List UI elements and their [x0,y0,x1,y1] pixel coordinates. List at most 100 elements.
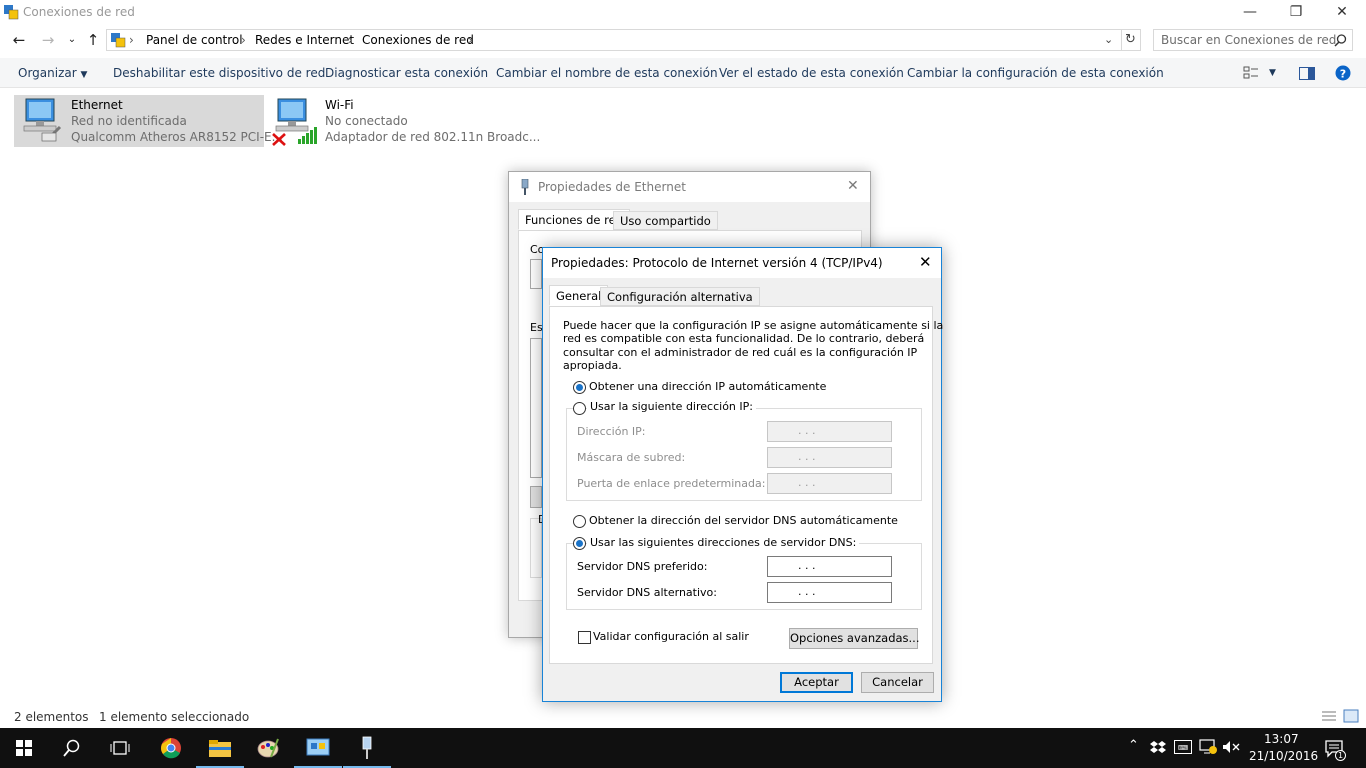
breadcrumb-networks[interactable]: Redes e Internet [255,33,354,47]
file-explorer-icon[interactable] [196,728,244,768]
view-status-button[interactable]: Ver el estado de esta conexión [719,66,904,80]
volume-muted-icon[interactable] [1222,740,1240,754]
view-options-icon[interactable] [1243,66,1259,80]
notification-count-badge: 1 [1335,750,1346,761]
change-settings-button[interactable]: Cambiar la configuración de esta conexió… [907,66,1164,80]
advanced-options-button[interactable]: Opciones avanzadas... [789,628,920,649]
address-dropdown-chevron-icon[interactable]: ⌄ [1104,33,1113,46]
restore-button[interactable]: ❐ [1273,0,1319,25]
validate-label: Validar configuración al salir [593,630,749,643]
cancel-button[interactable]: Cancelar [861,672,934,693]
ethernet-plug-icon [521,179,529,195]
preferred-dns-label: Servidor DNS preferido: [577,560,708,573]
dropbox-icon[interactable] [1150,740,1166,754]
search-icon[interactable] [1334,34,1347,47]
adapter-wifi[interactable]: Wi-Fi No conectado Adaptador de red 802.… [268,95,540,147]
start-windows-icon[interactable] [0,728,48,768]
divider [1121,30,1122,50]
address-bar[interactable]: › Panel de control › Redes e Internet › … [106,29,1141,51]
clock-date[interactable]: 21/10/2016 [1249,749,1318,763]
keyboard-language-icon[interactable]: ⌨ [1174,740,1192,754]
adapter-box [530,259,542,289]
alternate-dns-field[interactable]: . . . [767,582,892,603]
ip-dots: . . . [798,585,816,598]
ok-button[interactable]: Aceptar [780,672,853,693]
search-icon[interactable] [48,728,96,768]
chrome-icon[interactable] [147,728,195,768]
manual-dns-radio[interactable] [573,537,586,550]
wifi-adapter-icon [272,98,317,146]
control-panel-icon[interactable] [294,728,342,768]
adapter-device: Adaptador de red 802.11n Broadc... [325,130,541,144]
gateway-label: Puerta de enlace predeterminada: [577,477,766,490]
ip-dots: . . . [798,476,816,489]
breadcrumb-network-connections[interactable]: Conexiones de red [362,33,474,47]
adapter-ethernet[interactable]: Ethernet Red no identificada Qualcomm At… [14,95,283,147]
subnet-mask-label: Máscara de subred: [577,451,686,464]
disable-device-button[interactable]: Deshabilitar este dispositivo de red [113,66,325,80]
status-bar: 2 elementos 1 elemento seleccionado [0,707,1366,727]
large-icons-view-icon[interactable] [1343,709,1359,723]
auto-dns-radio[interactable] [573,515,586,528]
dialog-title: Propiedades de Ethernet [538,180,686,194]
ip-dots: . . . [798,424,816,437]
search-input[interactable]: Buscar en Conexiones de red [1153,29,1353,51]
close-window-button[interactable]: ✕ [1319,0,1365,25]
recent-chevron-down-icon[interactable]: ⌄ [62,32,82,50]
diagnose-button[interactable]: Diagnosticar esta conexión [325,66,488,80]
ip-dots: . . . [798,559,816,572]
adapter-status: Red no identificada [71,114,187,128]
clock-time[interactable]: 13:07 [1264,732,1299,746]
selected-count: 1 elemento seleccionado [99,710,250,724]
view-dropdown-caret-icon[interactable]: ▼ [1269,68,1276,78]
organize-button[interactable]: Organizar ▼ [18,66,87,80]
item-count: 2 elementos [14,710,89,724]
forward-arrow-icon[interactable]: → [38,32,58,50]
breadcrumb-separator: › [129,33,134,47]
control-panel-icon [111,33,126,48]
breadcrumb-separator: › [348,33,353,47]
gateway-field[interactable]: . . . [767,473,892,494]
network-properties-icon[interactable] [343,728,391,768]
window-titlebar: Conexiones de red — ❐ ✕ [0,0,1366,25]
dialog-title: Propiedades: Protocolo de Internet versi… [551,256,883,270]
manual-dns-label: Usar las siguientes direcciones de servi… [587,536,860,549]
adapter-status: No conectado [325,114,408,128]
description-line: consultar con el administrador de red cu… [563,345,918,359]
ip-dots: . . . [798,450,816,463]
manual-ip-radio[interactable] [573,402,586,415]
refresh-icon[interactable]: ↻ [1125,32,1136,47]
auto-ip-radio[interactable] [573,381,586,394]
show-hidden-icons-chevron-icon[interactable]: ⌃ [1128,738,1139,753]
validate-checkbox[interactable] [578,631,591,644]
close-icon[interactable]: ✕ [919,253,932,271]
paint-icon[interactable] [244,728,292,768]
close-icon[interactable]: ✕ [847,178,859,194]
up-arrow-icon[interactable]: ↑ [83,32,103,50]
tab-sharing[interactable]: Uso compartido [613,211,718,230]
ip-address-field[interactable]: . . . [767,421,892,442]
minimize-button[interactable]: — [1227,0,1273,25]
network-no-access-icon[interactable] [1199,739,1217,755]
caret-down-icon: ▼ [80,70,88,80]
task-view-icon[interactable] [96,728,144,768]
taskbar: ⌃ ⌨ 13:07 21/10/2016 1 [0,728,1366,768]
ipv4-properties-dialog: Propiedades: Protocolo de Internet versi… [542,247,943,702]
rename-button[interactable]: Cambiar el nombre de esta conexión [496,66,718,80]
adapter-device: Qualcomm Atheros AR8152 PCI-E... [71,130,284,144]
install-button[interactable] [530,486,542,508]
help-icon[interactable]: ? [1335,65,1351,81]
tab-alternative-config[interactable]: Configuración alternativa [600,287,760,306]
subnet-mask-field[interactable]: . . . [767,447,892,468]
preferred-dns-field[interactable]: . . . [767,556,892,577]
breadcrumb-separator: › [241,33,246,47]
preview-pane-icon[interactable] [1299,67,1315,80]
description-group [530,518,542,578]
search-placeholder: Buscar en Conexiones de red [1161,33,1337,47]
network-connections-icon [4,5,19,20]
breadcrumb-control-panel[interactable]: Panel de control [146,33,243,47]
back-arrow-icon[interactable]: ← [9,32,29,50]
items-list[interactable] [530,338,542,478]
details-view-icon[interactable] [1321,710,1337,722]
disconnected-x-icon [272,133,286,146]
